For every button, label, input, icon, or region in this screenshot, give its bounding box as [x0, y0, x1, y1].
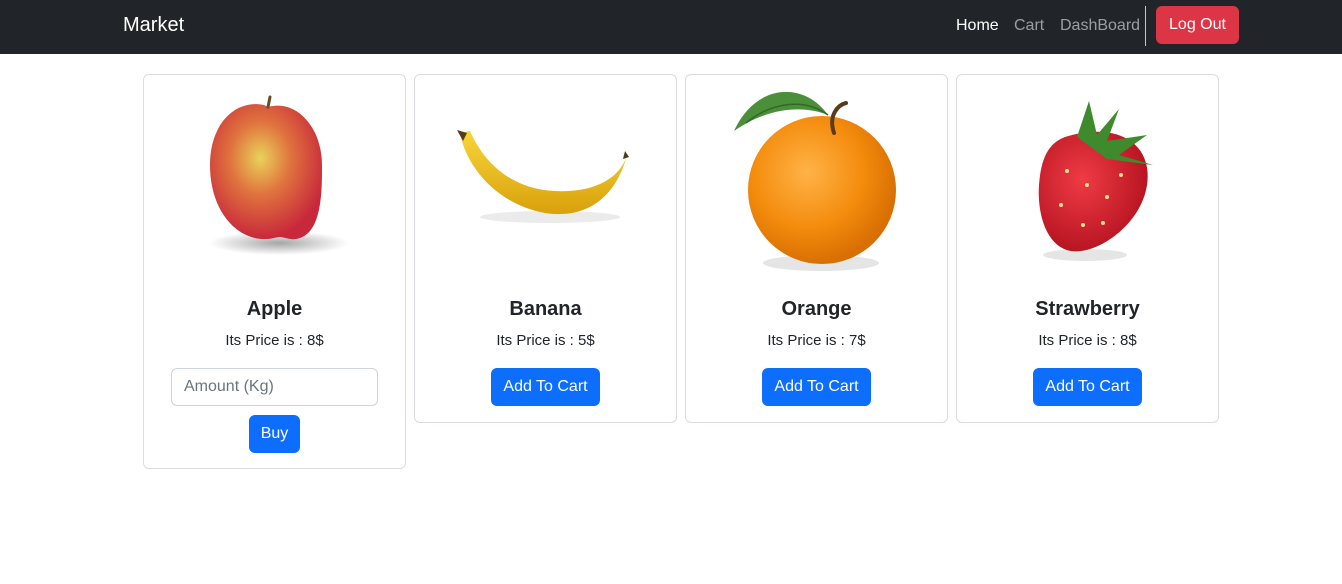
strawberry-image: [1038, 101, 1153, 261]
top-navbar: Market Home Cart DashBoard Log Out: [0, 0, 1342, 54]
nav-link-home[interactable]: Home: [956, 17, 999, 35]
add-to-cart-button[interactable]: Add To Cart: [1033, 368, 1142, 406]
product-title: Orange: [781, 298, 852, 320]
add-to-cart-button[interactable]: Add To Cart: [762, 368, 871, 406]
product-price: Its Price is : 5$: [496, 332, 595, 349]
product-card-apple: Apple Its Price is : 8$ Buy: [143, 74, 406, 469]
product-price: Its Price is : 8$: [1038, 332, 1137, 349]
product-title: Strawberry: [1035, 298, 1140, 320]
brand-link[interactable]: Market: [123, 14, 184, 37]
add-to-cart-button[interactable]: Add To Cart: [491, 368, 600, 406]
apple-image: [209, 95, 349, 255]
product-title: Banana: [509, 298, 582, 320]
nav-link-dashboard[interactable]: DashBoard: [1060, 17, 1140, 35]
product-card-banana: Banana Its Price is : 5$ Add To Cart: [414, 74, 677, 423]
orange-image: [734, 91, 896, 271]
logout-button[interactable]: Log Out: [1156, 6, 1239, 44]
product-title: Apple: [246, 298, 303, 320]
amount-input[interactable]: [171, 368, 378, 406]
product-card-strawberry: Strawberry Its Price is : 8$ Add To Cart: [956, 74, 1219, 423]
product-price: Its Price is : 8$: [225, 332, 324, 349]
nav-divider: [1145, 6, 1146, 46]
product-price: Its Price is : 7$: [767, 332, 866, 349]
nav-link-cart[interactable]: Cart: [1014, 17, 1044, 35]
buy-button[interactable]: Buy: [249, 415, 300, 453]
banana-image: [457, 130, 629, 223]
product-card-orange: Orange Its Price is : 7$ Add To Cart: [685, 74, 948, 423]
